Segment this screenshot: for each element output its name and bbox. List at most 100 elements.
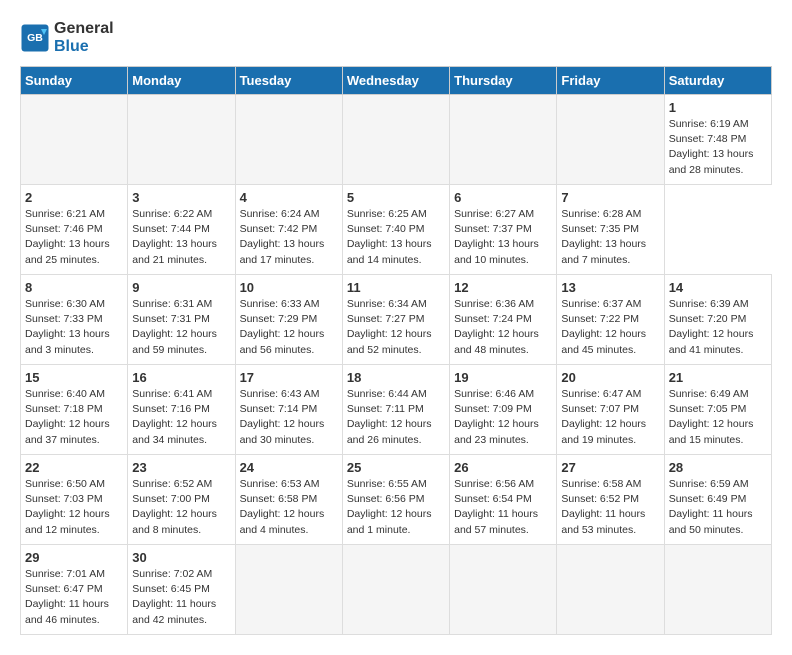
day-number: 8 (25, 280, 123, 295)
day-detail: Sunrise: 7:02 AMSunset: 6:45 PMDaylight:… (132, 567, 230, 628)
calendar-cell: 15 Sunrise: 6:40 AMSunset: 7:18 PMDaylig… (21, 365, 128, 455)
calendar-cell: 27 Sunrise: 6:58 AMSunset: 6:52 PMDaylig… (557, 455, 664, 545)
calendar-week-row: 15 Sunrise: 6:40 AMSunset: 7:18 PMDaylig… (21, 365, 772, 455)
column-header-tuesday: Tuesday (235, 67, 342, 95)
day-number: 4 (240, 190, 338, 205)
calendar-cell (664, 545, 771, 635)
calendar-header-row: SundayMondayTuesdayWednesdayThursdayFrid… (21, 67, 772, 95)
day-number: 7 (561, 190, 659, 205)
calendar-cell: 8 Sunrise: 6:30 AMSunset: 7:33 PMDayligh… (21, 275, 128, 365)
day-detail: Sunrise: 6:34 AMSunset: 7:27 PMDaylight:… (347, 297, 445, 358)
calendar-cell: 22 Sunrise: 6:50 AMSunset: 7:03 PMDaylig… (21, 455, 128, 545)
calendar-cell: 28 Sunrise: 6:59 AMSunset: 6:49 PMDaylig… (664, 455, 771, 545)
logo-text: General Blue (54, 20, 114, 56)
column-header-thursday: Thursday (450, 67, 557, 95)
day-number: 22 (25, 460, 123, 475)
calendar-week-row: 1 Sunrise: 6:19 AMSunset: 7:48 PMDayligh… (21, 95, 772, 185)
day-detail: Sunrise: 6:41 AMSunset: 7:16 PMDaylight:… (132, 387, 230, 448)
calendar-cell: 5 Sunrise: 6:25 AMSunset: 7:40 PMDayligh… (342, 185, 449, 275)
calendar-cell: 7 Sunrise: 6:28 AMSunset: 7:35 PMDayligh… (557, 185, 664, 275)
day-number: 28 (669, 460, 767, 475)
day-detail: Sunrise: 6:50 AMSunset: 7:03 PMDaylight:… (25, 477, 123, 538)
calendar-cell (235, 545, 342, 635)
calendar-cell: 10 Sunrise: 6:33 AMSunset: 7:29 PMDaylig… (235, 275, 342, 365)
day-number: 13 (561, 280, 659, 295)
calendar-cell: 11 Sunrise: 6:34 AMSunset: 7:27 PMDaylig… (342, 275, 449, 365)
calendar-cell: 2 Sunrise: 6:21 AMSunset: 7:46 PMDayligh… (21, 185, 128, 275)
calendar-cell (342, 545, 449, 635)
column-header-monday: Monday (128, 67, 235, 95)
day-detail: Sunrise: 6:27 AMSunset: 7:37 PMDaylight:… (454, 207, 552, 268)
day-number: 3 (132, 190, 230, 205)
calendar-cell: 16 Sunrise: 6:41 AMSunset: 7:16 PMDaylig… (128, 365, 235, 455)
day-detail: Sunrise: 6:58 AMSunset: 6:52 PMDaylight:… (561, 477, 659, 538)
calendar-cell: 30 Sunrise: 7:02 AMSunset: 6:45 PMDaylig… (128, 545, 235, 635)
day-detail: Sunrise: 6:56 AMSunset: 6:54 PMDaylight:… (454, 477, 552, 538)
day-number: 27 (561, 460, 659, 475)
calendar-cell: 20 Sunrise: 6:47 AMSunset: 7:07 PMDaylig… (557, 365, 664, 455)
calendar-cell: 21 Sunrise: 6:49 AMSunset: 7:05 PMDaylig… (664, 365, 771, 455)
calendar-week-row: 22 Sunrise: 6:50 AMSunset: 7:03 PMDaylig… (21, 455, 772, 545)
calendar-cell: 29 Sunrise: 7:01 AMSunset: 6:47 PMDaylig… (21, 545, 128, 635)
svg-text:GB: GB (27, 32, 43, 44)
calendar-cell (342, 95, 449, 185)
calendar-week-row: 29 Sunrise: 7:01 AMSunset: 6:47 PMDaylig… (21, 545, 772, 635)
day-number: 30 (132, 550, 230, 565)
day-number: 26 (454, 460, 552, 475)
day-number: 12 (454, 280, 552, 295)
day-number: 2 (25, 190, 123, 205)
day-detail: Sunrise: 6:46 AMSunset: 7:09 PMDaylight:… (454, 387, 552, 448)
day-number: 14 (669, 280, 767, 295)
calendar-table: SundayMondayTuesdayWednesdayThursdayFrid… (20, 66, 772, 635)
day-number: 23 (132, 460, 230, 475)
logo: GB General Blue (20, 20, 114, 56)
day-number: 9 (132, 280, 230, 295)
day-detail: Sunrise: 6:28 AMSunset: 7:35 PMDaylight:… (561, 207, 659, 268)
calendar-cell: 12 Sunrise: 6:36 AMSunset: 7:24 PMDaylig… (450, 275, 557, 365)
column-header-sunday: Sunday (21, 67, 128, 95)
calendar-week-row: 2 Sunrise: 6:21 AMSunset: 7:46 PMDayligh… (21, 185, 772, 275)
day-detail: Sunrise: 6:31 AMSunset: 7:31 PMDaylight:… (132, 297, 230, 358)
day-number: 29 (25, 550, 123, 565)
logo-icon: GB (20, 23, 50, 53)
calendar-cell (21, 95, 128, 185)
calendar-cell: 4 Sunrise: 6:24 AMSunset: 7:42 PMDayligh… (235, 185, 342, 275)
calendar-cell: 17 Sunrise: 6:43 AMSunset: 7:14 PMDaylig… (235, 365, 342, 455)
calendar-cell: 3 Sunrise: 6:22 AMSunset: 7:44 PMDayligh… (128, 185, 235, 275)
day-number: 16 (132, 370, 230, 385)
day-detail: Sunrise: 6:53 AMSunset: 6:58 PMDaylight:… (240, 477, 338, 538)
day-detail: Sunrise: 6:40 AMSunset: 7:18 PMDaylight:… (25, 387, 123, 448)
page-header: GB General Blue (20, 20, 772, 56)
day-number: 21 (669, 370, 767, 385)
calendar-cell: 9 Sunrise: 6:31 AMSunset: 7:31 PMDayligh… (128, 275, 235, 365)
day-number: 20 (561, 370, 659, 385)
calendar-week-row: 8 Sunrise: 6:30 AMSunset: 7:33 PMDayligh… (21, 275, 772, 365)
column-header-wednesday: Wednesday (342, 67, 449, 95)
day-detail: Sunrise: 6:47 AMSunset: 7:07 PMDaylight:… (561, 387, 659, 448)
day-detail: Sunrise: 6:24 AMSunset: 7:42 PMDaylight:… (240, 207, 338, 268)
day-number: 10 (240, 280, 338, 295)
day-detail: Sunrise: 6:37 AMSunset: 7:22 PMDaylight:… (561, 297, 659, 358)
calendar-cell (128, 95, 235, 185)
day-number: 1 (669, 100, 767, 115)
day-detail: Sunrise: 6:36 AMSunset: 7:24 PMDaylight:… (454, 297, 552, 358)
day-detail: Sunrise: 6:22 AMSunset: 7:44 PMDaylight:… (132, 207, 230, 268)
day-number: 19 (454, 370, 552, 385)
day-detail: Sunrise: 6:49 AMSunset: 7:05 PMDaylight:… (669, 387, 767, 448)
day-detail: Sunrise: 6:39 AMSunset: 7:20 PMDaylight:… (669, 297, 767, 358)
calendar-cell (450, 545, 557, 635)
day-detail: Sunrise: 6:55 AMSunset: 6:56 PMDaylight:… (347, 477, 445, 538)
day-number: 24 (240, 460, 338, 475)
day-number: 25 (347, 460, 445, 475)
day-number: 5 (347, 190, 445, 205)
column-header-saturday: Saturday (664, 67, 771, 95)
day-detail: Sunrise: 6:33 AMSunset: 7:29 PMDaylight:… (240, 297, 338, 358)
calendar-cell: 24 Sunrise: 6:53 AMSunset: 6:58 PMDaylig… (235, 455, 342, 545)
calendar-cell: 26 Sunrise: 6:56 AMSunset: 6:54 PMDaylig… (450, 455, 557, 545)
calendar-cell (235, 95, 342, 185)
day-detail: Sunrise: 6:44 AMSunset: 7:11 PMDaylight:… (347, 387, 445, 448)
calendar-cell: 23 Sunrise: 6:52 AMSunset: 7:00 PMDaylig… (128, 455, 235, 545)
calendar-cell: 6 Sunrise: 6:27 AMSunset: 7:37 PMDayligh… (450, 185, 557, 275)
day-detail: Sunrise: 6:59 AMSunset: 6:49 PMDaylight:… (669, 477, 767, 538)
day-detail: Sunrise: 6:19 AMSunset: 7:48 PMDaylight:… (669, 117, 767, 178)
